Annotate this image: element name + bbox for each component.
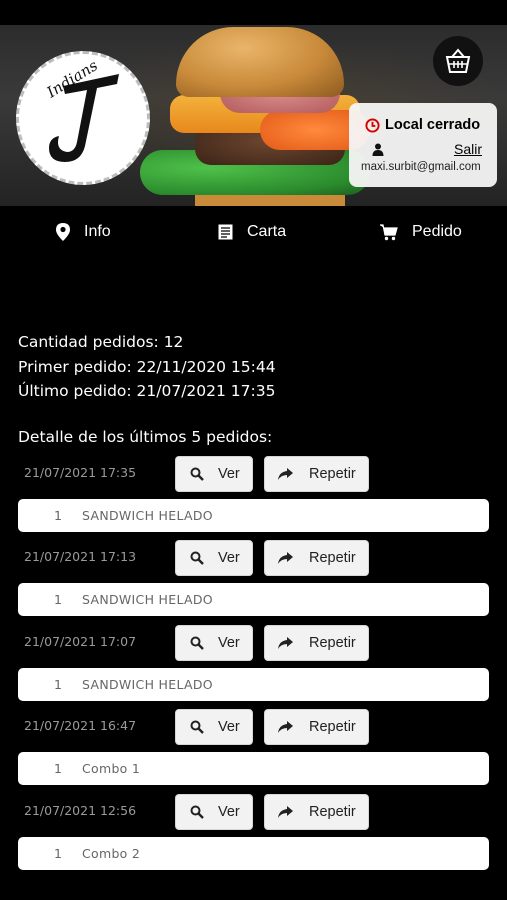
repeat-order-label: Repetir (309, 803, 356, 820)
repeat-order-button[interactable]: Repetir (264, 540, 369, 577)
view-order-label: Ver (218, 803, 240, 820)
share-arrow-icon (278, 721, 293, 734)
logout-link[interactable]: Salir (454, 141, 482, 157)
logo-graphic: Indians (43, 56, 119, 162)
view-order-label: Ver (218, 550, 240, 567)
order-entry: 21/07/2021 12:56 Ver Repetir 1 Combo 2 (0, 793, 507, 878)
item-quantity: 1 (54, 761, 62, 777)
user-row: Salir (372, 141, 482, 157)
order-entry: 21/07/2021 16:47 Ver Repetir 1 Combo 1 (0, 709, 507, 793)
order-item: 1 SANDWICH HELADO (18, 499, 489, 532)
order-item: 1 SANDWICH HELADO (18, 667, 489, 701)
search-icon (190, 467, 204, 481)
repeat-order-button[interactable]: Repetir (264, 709, 369, 746)
basket-icon (445, 48, 471, 73)
order-item: 1 SANDWICH HELADO (18, 583, 489, 617)
repeat-order-button[interactable]: Repetir (264, 793, 369, 830)
store-status-label: Local cerrado (385, 117, 481, 133)
map-pin-icon (56, 223, 70, 241)
basket-button[interactable] (433, 36, 483, 86)
nav-item-label: Carta (247, 223, 287, 240)
menu-list-icon (218, 224, 233, 240)
view-order-button[interactable]: Ver (175, 793, 253, 830)
repeat-order-label: Repetir (309, 634, 356, 651)
item-quantity: 1 (54, 508, 62, 523)
item-name: SANDWICH HELADO (82, 508, 213, 523)
order-item: 1 Combo 2 (18, 836, 489, 870)
user-icon (372, 143, 384, 156)
store-status-card: Local cerrado Salir maxi.surbit@gmail.co… (349, 103, 497, 187)
nav-item-carta[interactable]: Carta (218, 223, 286, 241)
view-order-label: Ver (218, 466, 240, 482)
item-quantity: 1 (54, 592, 62, 608)
clock-icon (365, 117, 380, 133)
view-order-button[interactable]: Ver (175, 456, 253, 492)
search-icon (190, 720, 204, 735)
repeat-order-button[interactable]: Repetir (264, 456, 369, 492)
search-icon (190, 636, 204, 650)
burger-bun-top (176, 27, 344, 97)
last-order: Último pedido: 21/07/2021 17:35 (18, 382, 276, 400)
nav-item-info[interactable]: Info (56, 223, 111, 241)
view-order-button[interactable]: Ver (175, 709, 253, 746)
burger-image (140, 25, 380, 206)
share-arrow-icon (278, 636, 293, 649)
restaurant-logo: Indians (16, 51, 150, 185)
user-email: maxi.surbit@gmail.com (361, 161, 481, 173)
item-quantity: 1 (54, 676, 62, 692)
view-order-button[interactable]: Ver (175, 624, 253, 661)
repeat-order-label: Repetir (309, 550, 356, 567)
view-order-label: Ver (218, 634, 240, 651)
status-bar (0, 0, 507, 25)
order-stats: Cantidad pedidos: 12 Primer pedido: 22/1… (18, 330, 276, 404)
cart-icon (380, 223, 398, 240)
store-status: Local cerrado (365, 117, 480, 133)
order-date: 21/07/2021 17:13 (24, 549, 137, 565)
order-entry: 21/07/2021 17:07 Ver Repetir 1 SANDWICH … (0, 624, 507, 709)
order-date: 21/07/2021 12:56 (24, 802, 137, 818)
nav-item-label: Pedido (412, 223, 462, 240)
orders-detail-title: Detalle de los últimos 5 pedidos: (18, 428, 273, 446)
repeat-order-label: Repetir (309, 719, 356, 736)
order-date: 21/07/2021 17:35 (24, 465, 137, 480)
repeat-order-button[interactable]: Repetir (264, 624, 369, 661)
item-quantity: 1 (54, 845, 62, 861)
nav-item-label: Info (84, 223, 111, 240)
repeat-order-label: Repetir (309, 466, 356, 482)
view-order-label: Ver (218, 719, 240, 736)
order-date: 21/07/2021 16:47 (24, 718, 137, 734)
first-order: Primer pedido: 22/11/2020 15:44 (18, 357, 276, 376)
item-name: Combo 1 (82, 761, 141, 777)
order-list: 21/07/2021 17:35 Ver Repetir 1 SANDWICH … (0, 456, 507, 878)
item-name: SANDWICH HELADO (82, 592, 213, 608)
view-order-button[interactable]: Ver (175, 540, 253, 577)
search-icon (190, 551, 204, 566)
item-name: Combo 2 (82, 845, 141, 861)
share-arrow-icon (278, 552, 293, 565)
share-arrow-icon (278, 805, 293, 818)
item-name: SANDWICH HELADO (82, 676, 213, 692)
share-arrow-icon (278, 468, 293, 480)
nav-item-pedido[interactable]: Pedido (380, 223, 462, 241)
order-count: Cantidad pedidos: 12 (18, 333, 184, 351)
search-icon (190, 805, 204, 819)
order-entry: 21/07/2021 17:35 Ver Repetir 1 SANDWICH … (0, 456, 507, 540)
order-entry: 21/07/2021 17:13 Ver Repetir 1 SANDWICH … (0, 540, 507, 624)
main-nav: Info Carta Pedido (0, 206, 507, 264)
order-date: 21/07/2021 17:07 (24, 633, 137, 649)
order-item: 1 Combo 1 (18, 752, 489, 786)
